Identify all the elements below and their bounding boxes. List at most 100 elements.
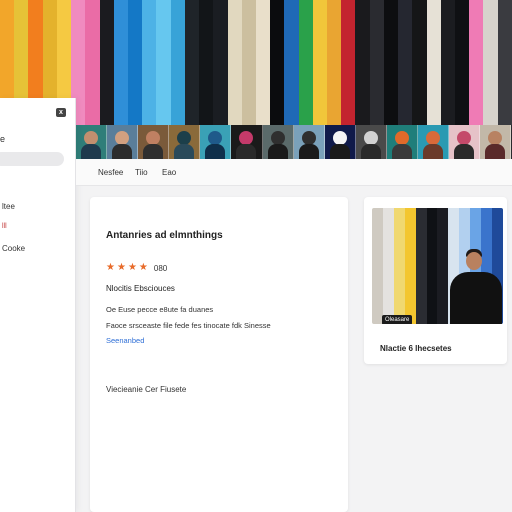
banner-stripe <box>199 0 214 125</box>
video-thumbnail-item[interactable] <box>169 125 201 159</box>
star-icon: ★ <box>138 262 148 273</box>
thumbnail-figure-body <box>112 144 133 159</box>
person-body <box>450 272 502 324</box>
video-thumbnail-item[interactable] <box>76 125 108 159</box>
video-thumbnail-item[interactable] <box>200 125 232 159</box>
star-icon: ★ <box>127 262 137 273</box>
video-stripe <box>404 208 416 324</box>
banner-stripe <box>483 0 498 125</box>
thumbnail-figure-body <box>205 144 226 159</box>
banner-stripe <box>127 0 143 125</box>
card-line-1: Oe Euse pecce e8ute fa duanes <box>106 305 214 314</box>
search-input[interactable] <box>0 152 64 166</box>
banner-stripe <box>312 0 328 125</box>
thumbnail-figure <box>146 131 161 145</box>
banner-stripe <box>327 0 342 125</box>
hero-banner <box>0 0 512 125</box>
tab-2[interactable]: Tiio <box>135 168 148 177</box>
banner-stripe <box>241 0 256 125</box>
thumbnail-figure-body <box>423 144 444 159</box>
video-stripe <box>437 208 449 324</box>
banner-stripe <box>355 0 370 125</box>
thumbnail-figure-body <box>329 144 350 159</box>
sidebar-heading: e <box>0 134 6 144</box>
card-link[interactable]: Seenanbed <box>106 336 144 345</box>
tab-bar: Nesfee Tiio Eao <box>76 159 512 186</box>
thumbnail-figure <box>115 131 130 145</box>
thumbnail-figure <box>208 131 223 145</box>
rating: ★ ★ ★ ★ 080 <box>106 263 167 273</box>
sidebar-item-2[interactable]: lll <box>2 223 7 230</box>
thumbnail-figure <box>301 131 316 145</box>
banner-stripe <box>284 0 299 125</box>
star-icon: ★ <box>116 262 126 273</box>
tab-3[interactable]: Eao <box>162 168 176 177</box>
close-icon[interactable]: x <box>56 108 66 117</box>
thumbnail-figure <box>239 131 254 145</box>
video-thumbnail-item[interactable] <box>107 125 139 159</box>
video-title[interactable]: Nlactie 6 lhecsetes <box>380 344 452 353</box>
thumbnail-figure <box>177 131 192 145</box>
banner-stripe <box>142 0 157 125</box>
thumbnail-figure-body <box>267 144 288 159</box>
video-thumbnail-item[interactable] <box>355 125 387 159</box>
video-stripe <box>426 208 438 324</box>
banner-stripe <box>156 0 171 125</box>
sidebar-item-1[interactable]: ltee <box>2 202 15 211</box>
thumbnail-figure <box>394 131 409 145</box>
thumbnail-figure <box>270 131 285 145</box>
video-badge: Oleasare <box>382 315 413 324</box>
thumbnail-figure-body <box>143 144 164 159</box>
video-stripe <box>393 208 405 324</box>
star-icon: ★ <box>106 262 115 273</box>
banner-stripe <box>440 0 455 125</box>
thumbnail-figure-body <box>174 144 195 159</box>
video-thumbnail-item[interactable] <box>480 125 512 159</box>
banner-stripe <box>341 0 356 125</box>
video-thumbnail-item[interactable] <box>231 125 263 159</box>
content-card: Antanries ad elmnthings ★ ★ ★ ★ 080 Nloc… <box>90 197 348 512</box>
banner-stripe <box>455 0 470 125</box>
tab-1[interactable]: Nesfee <box>98 168 123 177</box>
banner-stripe <box>227 0 242 125</box>
video-stripe <box>382 208 394 324</box>
thumbnail-figure-body <box>236 144 257 159</box>
banner-stripe <box>383 0 399 125</box>
video-thumbnail-item[interactable] <box>386 125 419 159</box>
video-thumbnail-item[interactable] <box>138 125 170 159</box>
banner-stripe <box>213 0 228 125</box>
video-stripe <box>415 208 427 324</box>
card-subtitle: Nlocitis Ebsciouces <box>106 284 175 293</box>
video-thumbnail[interactable]: Oleasare <box>372 208 503 324</box>
rating-count: 080 <box>153 263 168 273</box>
banner-stripe <box>412 0 427 125</box>
banner-stripe <box>85 0 100 125</box>
thumbnail-figure-body <box>298 144 319 159</box>
banner-stripe <box>113 0 128 125</box>
video-thumbnail-item[interactable] <box>262 125 294 159</box>
banner-stripe <box>469 0 484 125</box>
sidebar-panel: x e ltee lll Cooke <box>0 98 76 512</box>
thumbnail-figure <box>332 131 347 145</box>
person-head <box>466 252 482 270</box>
video-thumbnail-item[interactable] <box>418 125 450 159</box>
banner-stripe <box>184 0 200 125</box>
banner-stripe <box>369 0 384 125</box>
video-card[interactable]: Oleasare Nlactie 6 lhecsetes <box>364 197 507 364</box>
banner-stripe <box>426 0 441 125</box>
thumbnail-figure-body <box>485 144 506 159</box>
video-thumbnail-item[interactable] <box>324 125 356 159</box>
sidebar-item-3[interactable]: Cooke <box>2 244 25 253</box>
banner-stripe <box>398 0 413 125</box>
thumbnail-figure <box>426 131 441 145</box>
banner-stripe <box>270 0 285 125</box>
thumbnail-figure-body <box>454 144 475 159</box>
thumbnail-strip <box>76 125 512 159</box>
video-thumbnail-item[interactable] <box>293 125 325 159</box>
card-line-2: Faoce srsceaste file fede fes tinocate f… <box>106 321 271 330</box>
video-thumbnail-item[interactable] <box>449 125 481 159</box>
thumbnail-figure-body <box>391 144 412 159</box>
thumbnail-figure <box>457 131 472 145</box>
thumbnail-figure <box>488 131 503 145</box>
card-footer-label: Viecieanie Cer Fiusete <box>106 385 187 394</box>
